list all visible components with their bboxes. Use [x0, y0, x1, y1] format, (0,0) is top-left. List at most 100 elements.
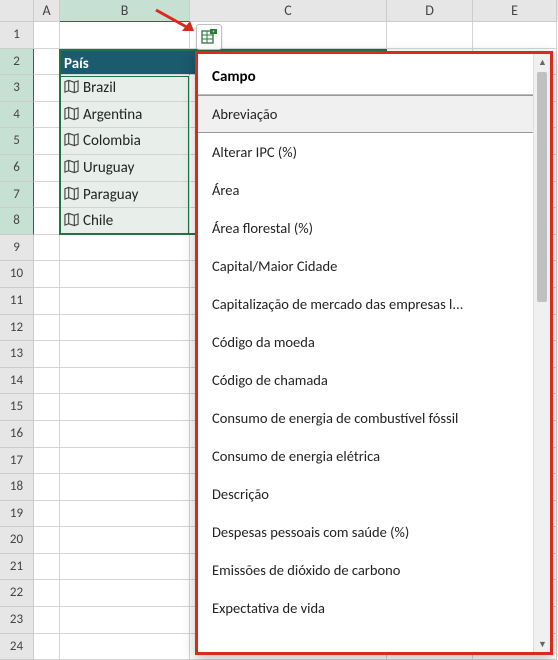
col-header-E[interactable]: E	[473, 0, 557, 22]
col-header-D[interactable]: D	[387, 0, 473, 22]
row-header[interactable]: 12	[0, 315, 34, 342]
row-header[interactable]: 19	[0, 501, 34, 528]
cell[interactable]	[60, 235, 190, 262]
row-header[interactable]: 16	[0, 421, 34, 448]
cell[interactable]	[60, 448, 190, 475]
cell[interactable]	[34, 394, 60, 421]
table-header-cell[interactable]: País	[60, 49, 190, 76]
popup-item[interactable]: Consumo de energia de combustível fóssil	[198, 399, 533, 437]
popup-item[interactable]: Capital/Maior Cidade	[198, 247, 533, 285]
popup-item[interactable]: Código da moeda	[198, 323, 533, 361]
popup-item[interactable]: Expectativa de vida	[198, 589, 533, 627]
row-header[interactable]: 18	[0, 474, 34, 501]
popup-item[interactable]: Descrição	[198, 475, 533, 513]
popup-item[interactable]: Código de chamada	[198, 361, 533, 399]
cell[interactable]	[60, 580, 190, 607]
popup-scrollbar[interactable]: ▲ ▼	[533, 54, 550, 652]
scroll-thumb[interactable]	[537, 72, 547, 302]
popup-item[interactable]: Emissões de dióxido de carbono	[198, 551, 533, 589]
scroll-up-arrow-icon[interactable]: ▲	[534, 54, 551, 70]
country-cell[interactable]: Brazil	[60, 75, 190, 102]
cell[interactable]	[34, 341, 60, 368]
col-header-B[interactable]: B	[60, 0, 190, 22]
cell[interactable]	[60, 22, 190, 49]
popup-item[interactable]: Consumo de energia elétrica	[198, 437, 533, 475]
row-header[interactable]: 1	[0, 22, 34, 49]
row-header[interactable]: 22	[0, 580, 34, 607]
cell[interactable]	[60, 394, 190, 421]
cell[interactable]	[60, 501, 190, 528]
popup-item[interactable]: Área florestal (%)	[198, 209, 533, 247]
country-cell[interactable]: Chile	[60, 208, 190, 235]
cell[interactable]	[34, 368, 60, 395]
row-header[interactable]: 6	[0, 155, 34, 182]
cell[interactable]	[34, 182, 60, 209]
insert-data-button[interactable]: +	[196, 24, 222, 50]
cell[interactable]	[34, 155, 60, 182]
cell[interactable]	[34, 315, 60, 342]
country-cell[interactable]: Uruguay	[60, 155, 190, 182]
row-header[interactable]: 14	[0, 368, 34, 395]
cell[interactable]	[60, 288, 190, 315]
cell[interactable]	[60, 315, 190, 342]
cell[interactable]	[60, 607, 190, 634]
row-header[interactable]: 10	[0, 261, 34, 288]
country-name: Paraguay	[83, 186, 138, 204]
row-header[interactable]: 15	[0, 394, 34, 421]
cell[interactable]	[34, 49, 60, 76]
popup-item[interactable]: Área	[198, 171, 533, 209]
cell[interactable]	[34, 474, 60, 501]
popup-item[interactable]: Alterar IPC (%)	[198, 133, 533, 171]
cell[interactable]	[387, 22, 473, 49]
row-header[interactable]: 9	[0, 235, 34, 262]
row-header[interactable]: 3	[0, 75, 34, 102]
row-header[interactable]: 11	[0, 288, 34, 315]
cell[interactable]	[34, 128, 60, 155]
cell[interactable]	[34, 102, 60, 129]
cell[interactable]	[60, 421, 190, 448]
cell[interactable]	[34, 607, 60, 634]
popup-item[interactable]: Capitalização de mercado das empresas l.…	[198, 285, 533, 323]
cell[interactable]	[34, 421, 60, 448]
row-header[interactable]: 13	[0, 341, 34, 368]
country-cell[interactable]: Paraguay	[60, 182, 190, 209]
cell[interactable]	[60, 368, 190, 395]
country-cell[interactable]: Argentina	[60, 102, 190, 129]
country-cell[interactable]: Colombia	[60, 128, 190, 155]
cell[interactable]	[34, 634, 60, 660]
cell[interactable]	[60, 474, 190, 501]
row-header[interactable]: 24	[0, 634, 34, 660]
cell[interactable]	[60, 341, 190, 368]
cell[interactable]	[34, 527, 60, 554]
cell[interactable]	[34, 208, 60, 235]
col-header-A[interactable]: A	[34, 0, 60, 22]
popup-item[interactable]: Despesas pessoais com saúde (%)	[198, 513, 533, 551]
cell[interactable]	[34, 22, 60, 49]
cell[interactable]	[34, 235, 60, 262]
cell[interactable]	[34, 448, 60, 475]
cell[interactable]	[60, 527, 190, 554]
cell[interactable]	[60, 554, 190, 581]
cell[interactable]	[60, 634, 190, 660]
row-header[interactable]: 7	[0, 182, 34, 209]
row-header[interactable]: 20	[0, 527, 34, 554]
cell[interactable]	[473, 22, 557, 49]
popup-item[interactable]: Abreviação	[198, 95, 533, 133]
cell[interactable]	[34, 261, 60, 288]
cell[interactable]	[34, 554, 60, 581]
scroll-down-arrow-icon[interactable]: ▼	[534, 636, 551, 652]
row-header[interactable]: 17	[0, 448, 34, 475]
cell[interactable]	[34, 75, 60, 102]
col-header-C[interactable]: C	[190, 0, 387, 22]
cell[interactable]	[34, 580, 60, 607]
row-header[interactable]: 4	[0, 102, 34, 129]
cell[interactable]	[60, 261, 190, 288]
cell[interactable]	[34, 501, 60, 528]
row-header[interactable]: 2	[0, 49, 34, 76]
select-all-corner[interactable]	[0, 0, 34, 22]
row-header[interactable]: 23	[0, 607, 34, 634]
row-header[interactable]: 5	[0, 128, 34, 155]
row-header[interactable]: 8	[0, 208, 34, 235]
row-header[interactable]: 21	[0, 554, 34, 581]
cell[interactable]	[34, 288, 60, 315]
